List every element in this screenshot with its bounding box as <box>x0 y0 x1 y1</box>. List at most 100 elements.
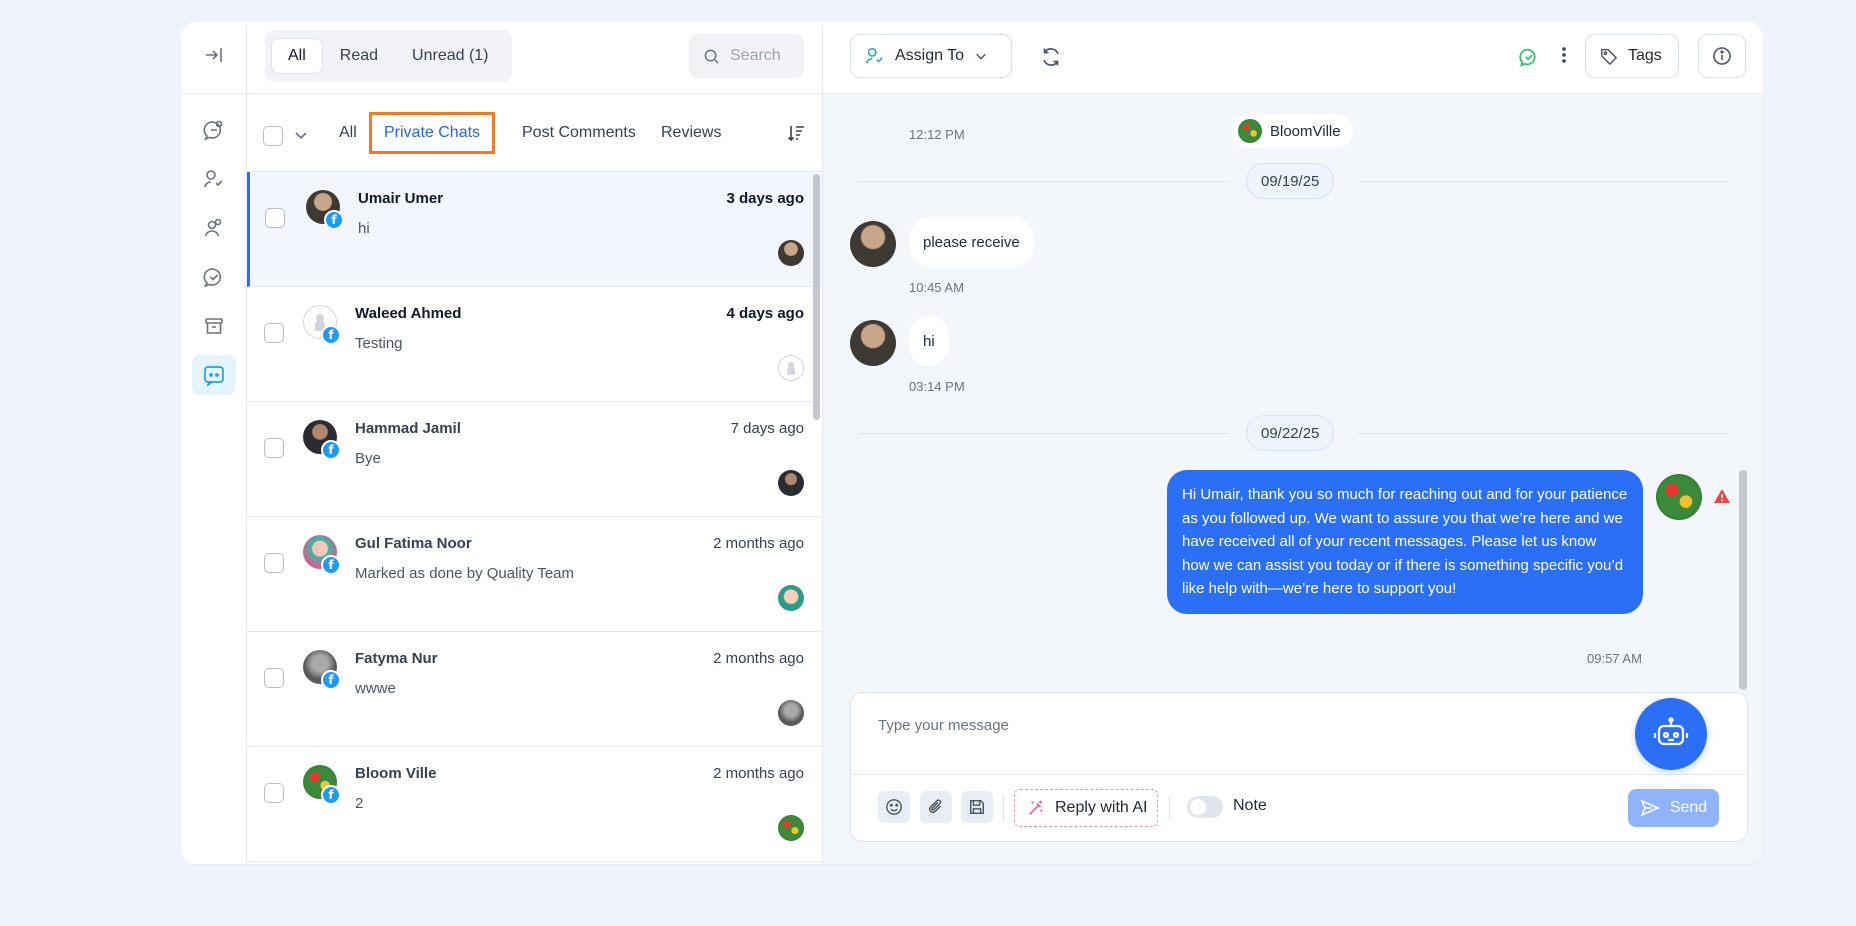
rail-done[interactable] <box>192 257 236 297</box>
page-badge: BloomVille <box>1232 114 1353 148</box>
filter-unread[interactable]: Unread (1) <box>395 38 505 74</box>
message-time: 03:14 PM <box>909 379 965 394</box>
note-label: Note <box>1233 797 1267 814</box>
default-user-icon <box>787 362 795 375</box>
more-options-icon[interactable] <box>1561 46 1567 69</box>
date-divider <box>1358 181 1728 182</box>
chevron-down-icon <box>976 53 986 60</box>
users-icon <box>204 218 221 237</box>
row-checkbox[interactable] <box>264 323 284 343</box>
rail-conversations[interactable] <box>192 110 236 150</box>
row-checkbox[interactable] <box>264 783 284 803</box>
user-check-icon <box>203 170 223 188</box>
assign-to-button[interactable]: Assign To <box>850 34 1012 78</box>
expand-sidebar-icon[interactable] <box>204 45 224 70</box>
facebook-icon: f <box>321 555 341 575</box>
reply-with-ai-button[interactable]: Reply with AI <box>1014 789 1158 827</box>
row-checkbox[interactable] <box>264 668 284 688</box>
assignee-avatar <box>778 585 804 611</box>
contact-name: Umair Umer <box>358 190 444 207</box>
conversation-row[interactable]: f Hammad Jamil 7 days ago Bye <box>247 402 822 517</box>
send-button[interactable]: Send <box>1628 789 1719 827</box>
channel-tabs: All Private Chats Post Comments Reviews <box>247 94 822 172</box>
row-checkbox[interactable] <box>264 553 284 573</box>
search-input[interactable]: Search <box>689 34 804 78</box>
saved-replies-button[interactable] <box>961 791 993 823</box>
message-composer: Type your message Reply with AI Note Sen… <box>850 692 1748 842</box>
sort-icon[interactable] <box>787 124 805 142</box>
row-checkbox[interactable] <box>264 438 284 458</box>
page-name: BloomVille <box>1270 122 1341 140</box>
warning-icon[interactable] <box>1713 488 1731 509</box>
chat-scrollbar[interactable] <box>1739 470 1747 690</box>
chat-header: Assign To Tags <box>823 22 1763 94</box>
attach-button[interactable] <box>920 791 952 823</box>
select-all-checkbox[interactable] <box>263 126 283 146</box>
send-label: Send <box>1669 799 1708 816</box>
rail-archive[interactable] <box>192 306 236 346</box>
contact-avatar <box>850 221 896 267</box>
conversation-time: 2 months ago <box>713 765 804 782</box>
conversation-row[interactable]: f Waleed Ahmed 4 days ago Testing <box>247 287 822 402</box>
page-avatar <box>1238 119 1262 143</box>
send-icon <box>1640 799 1660 817</box>
outgoing-message: Hi Umair, thank you so much for reaching… <box>1167 470 1643 614</box>
facebook-icon: f <box>321 785 341 805</box>
info-icon <box>1713 47 1731 65</box>
check-chat-icon <box>203 268 221 288</box>
search-icon <box>704 49 719 64</box>
conversation-time: 7 days ago <box>730 420 804 437</box>
rail-bot[interactable] <box>191 355 236 395</box>
conversation-row[interactable]: f Umair Umer 3 days ago hi <box>247 172 822 287</box>
facebook-icon: f <box>324 210 344 230</box>
list-scrollbar[interactable] <box>813 174 820 420</box>
contact-name: Fatyma Nur <box>355 650 438 667</box>
date-divider <box>858 181 1228 182</box>
message-input[interactable]: Type your message <box>878 717 1009 734</box>
note-toggle[interactable] <box>1187 796 1223 818</box>
tab-reviews[interactable]: Reviews <box>649 112 733 154</box>
conversation-time: 2 months ago <box>713 650 804 667</box>
tags-button[interactable]: Tags <box>1585 34 1679 78</box>
tab-all[interactable]: All <box>327 112 369 154</box>
incoming-message: hi <box>909 316 949 366</box>
magic-wand-icon <box>1029 800 1043 815</box>
filter-read[interactable]: Read <box>323 38 395 74</box>
contact-name: Bloom Ville <box>355 765 437 782</box>
facebook-icon: f <box>321 440 341 460</box>
facebook-icon: f <box>321 325 341 345</box>
refresh-icon[interactable] <box>1040 46 1062 73</box>
save-icon <box>969 799 985 815</box>
search-placeholder: Search <box>730 47 781 64</box>
conversation-row[interactable]: f Gul Fatima Noor 2 months ago Marked as… <box>247 517 822 632</box>
assignee-avatar <box>778 470 804 496</box>
assignee-avatar <box>778 815 804 841</box>
last-message: Testing <box>355 335 403 352</box>
tab-post-comments[interactable]: Post Comments <box>510 112 648 154</box>
paperclip-icon <box>928 799 942 814</box>
chevron-down-icon[interactable] <box>293 127 309 143</box>
filter-all[interactable]: All <box>271 38 323 74</box>
contact-name: Hammad Jamil <box>355 420 461 437</box>
row-checkbox[interactable] <box>265 208 285 228</box>
inbox-app: All Read Unread (1) Search All Private C… <box>181 22 1763 864</box>
tab-private-chats[interactable]: Private Chats <box>369 112 496 154</box>
page-avatar <box>1656 474 1702 520</box>
last-message: Marked as done by Quality Team <box>355 565 575 582</box>
tags-label: Tags <box>1628 47 1662 64</box>
conversation-row[interactable]: f Fatyma Nur 2 months ago wwwe <box>247 632 822 747</box>
archive-icon <box>204 318 223 334</box>
assignee-avatar <box>778 240 804 266</box>
ai-assistant-button[interactable] <box>1635 698 1707 770</box>
message-time: 10:45 AM <box>909 280 964 295</box>
robot-icon <box>1653 717 1689 746</box>
rail-team[interactable] <box>192 208 236 248</box>
contact-name: Gul Fatima Noor <box>355 535 472 552</box>
emoji-button[interactable] <box>878 791 910 823</box>
info-button[interactable] <box>1698 34 1746 78</box>
rail-assigned[interactable] <box>192 159 236 199</box>
bot-chat-icon <box>203 366 224 386</box>
message-time: 09:57 AM <box>1587 651 1642 666</box>
status-check-icon <box>1519 47 1539 72</box>
conversation-row[interactable]: f Bloom Ville 2 months ago 2 <box>247 747 822 862</box>
